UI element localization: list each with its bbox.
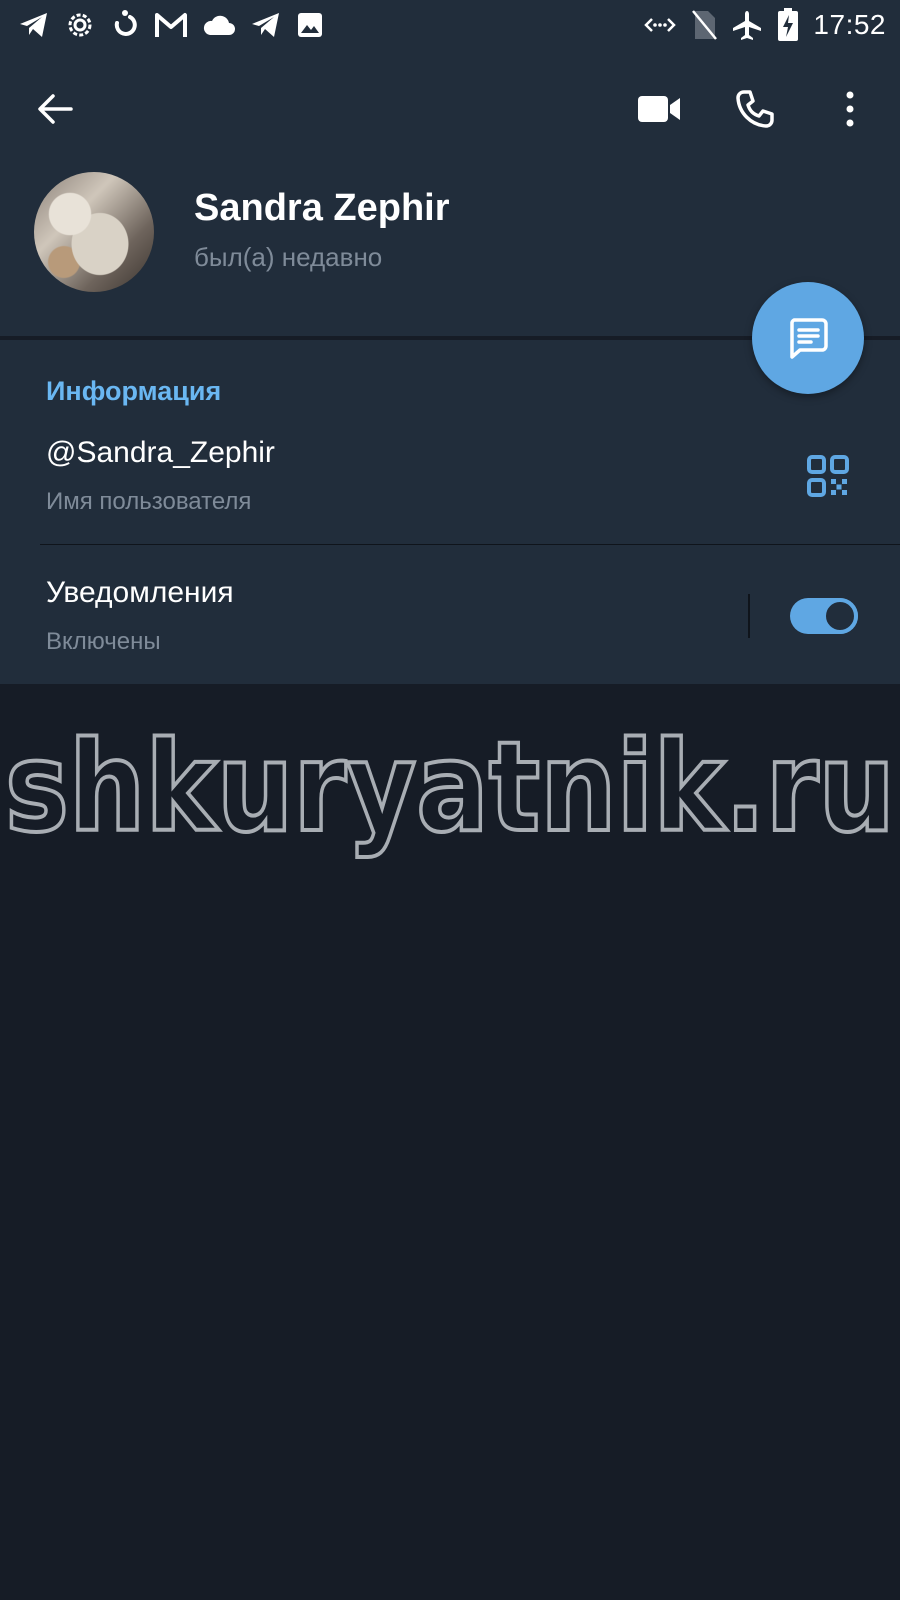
telegram-icon <box>18 11 50 39</box>
video-call-icon <box>638 96 680 122</box>
qr-code-button[interactable] <box>806 454 850 498</box>
more-options-button[interactable] <box>830 82 870 136</box>
battery-charging-icon <box>777 8 799 42</box>
notifications-status: Включены <box>46 628 161 655</box>
message-icon <box>790 318 828 359</box>
video-call-button[interactable] <box>634 84 684 134</box>
last-seen-status: был(а) недавно <box>194 242 383 272</box>
profile-header: Sandra Zephir был(а) недавно <box>0 52 900 336</box>
send-message-button[interactable] <box>752 282 864 394</box>
no-sim-icon <box>691 9 718 41</box>
info-section: Информация @Sandra_Zephir Имя пользовате… <box>0 340 900 684</box>
airplane-mode-icon <box>731 9 763 41</box>
profile-screen: 17:52 Sandra Zephir был(а) недавно Инфор… <box>0 0 900 1600</box>
vertical-separator <box>748 594 750 638</box>
phone-call-button[interactable] <box>730 82 780 136</box>
data-saver-icon <box>643 13 677 37</box>
divider <box>40 544 900 545</box>
notifications-toggle[interactable] <box>790 598 858 634</box>
settings-gear-icon <box>64 9 96 41</box>
clock: 17:52 <box>813 9 886 40</box>
toggle-knob <box>822 598 858 634</box>
username-value[interactable]: @Sandra_Zephir <box>46 436 275 470</box>
more-vertical-icon <box>846 91 854 127</box>
gmail-icon <box>154 11 188 39</box>
system-icons: 17:52 <box>643 8 886 42</box>
back-button[interactable] <box>30 84 80 134</box>
back-arrow-icon <box>38 94 73 124</box>
username-label: Имя пользователя <box>46 488 252 515</box>
cloud-icon <box>202 13 236 37</box>
refresh-icon <box>110 9 140 41</box>
notification-icons <box>18 8 324 42</box>
image-icon <box>296 11 324 39</box>
qr-code-icon <box>807 455 849 497</box>
status-bar: 17:52 <box>0 0 900 52</box>
watermark-text: shkuryatnik.ru <box>5 722 895 860</box>
notifications-title[interactable]: Уведомления <box>46 576 234 610</box>
watermark: shkuryatnik.ru <box>3 722 897 862</box>
avatar[interactable] <box>34 172 154 292</box>
section-title: Информация <box>46 376 222 406</box>
profile-name: Sandra Zephir <box>194 187 450 229</box>
telegram-icon <box>250 11 282 39</box>
phone-call-icon <box>736 90 774 128</box>
